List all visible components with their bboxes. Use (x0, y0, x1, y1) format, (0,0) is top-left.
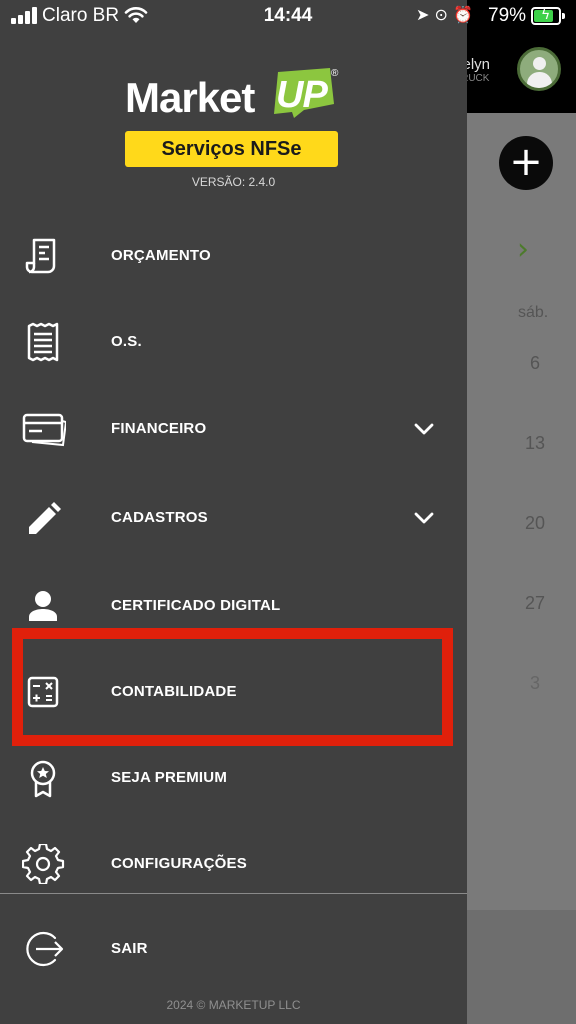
status-bar: Claro BR 14:44 ➤ ⊙ ⏰ 79% ϟ (0, 0, 576, 34)
menu-item-label: ORÇAMENTO (111, 247, 211, 264)
highlight-box (12, 628, 453, 746)
menu-item-label: SEJA PREMIUM (111, 769, 228, 786)
gear-icon (22, 844, 65, 884)
marketup-logo: Market UP ® (125, 68, 339, 121)
menu-item-label: CADASTROS (111, 509, 208, 526)
chevron-down-icon[interactable] (412, 417, 436, 441)
menu-item-label: SAIR (111, 940, 148, 957)
copyright-footer: 2024 © MARKETUP LLC (166, 998, 301, 1012)
menu-item-label: FINANCEIRO (111, 420, 207, 437)
services-badge: Serviços NFSe (125, 131, 338, 167)
add-button[interactable]: + (499, 136, 553, 190)
credit-card-icon (22, 413, 66, 447)
battery-percentage: 79% (488, 5, 527, 26)
calendar-date[interactable]: 6 (515, 353, 555, 374)
menu-item-certificado-digital[interactable]: CERTIFICADO DIGITAL (0, 576, 467, 636)
menu-item-os[interactable]: O.S. (0, 312, 467, 372)
chevron-right-icon[interactable]: › (517, 232, 529, 267)
calendar-date[interactable]: 13 (515, 433, 555, 454)
logo-up-badge: UP (270, 68, 336, 118)
menu-item-label: CONFIGURAÇÕES (111, 855, 247, 872)
menu-item-orcamento[interactable]: ORÇAMENTO (0, 226, 467, 286)
menu-item-seja-premium[interactable]: SEJA PREMIUM (0, 748, 467, 808)
calendar-date[interactable]: 3 (515, 673, 555, 694)
menu-item-label: O.S. (111, 333, 142, 350)
document-list-icon (27, 322, 59, 362)
receipt-icon (25, 238, 56, 274)
battery-icon: ϟ (531, 7, 565, 25)
weekday-label: sáb. (518, 304, 549, 321)
menu-item-cadastros[interactable]: CADASTROS (0, 488, 467, 548)
pencil-icon (29, 502, 61, 534)
calendar-date[interactable]: 20 (515, 513, 555, 534)
version-label: VERSÃO: 2.4.0 (191, 175, 276, 189)
calendar-date[interactable]: 27 (515, 593, 555, 614)
location-lock-alarm-icons: ➤ ⊙ ⏰ (416, 5, 473, 24)
menu-item-label: CERTIFICADO DIGITAL (111, 597, 281, 614)
menu-item-configuracoes[interactable]: CONFIGURAÇÕES (0, 834, 467, 894)
divider (0, 893, 467, 894)
avatar[interactable] (517, 47, 561, 91)
menu-item-financeiro[interactable]: FINANCEIRO (0, 399, 467, 459)
logout-icon (26, 931, 64, 967)
award-star-icon (30, 760, 56, 798)
navigation-drawer: Market UP ® Serviços NFSe VERSÃO: 2.4.0 … (0, 0, 467, 1024)
chevron-down-icon[interactable] (412, 506, 436, 530)
menu-item-sair[interactable]: SAIR (0, 919, 467, 979)
logo-text-market: Market (125, 74, 255, 121)
person-icon (29, 591, 57, 621)
